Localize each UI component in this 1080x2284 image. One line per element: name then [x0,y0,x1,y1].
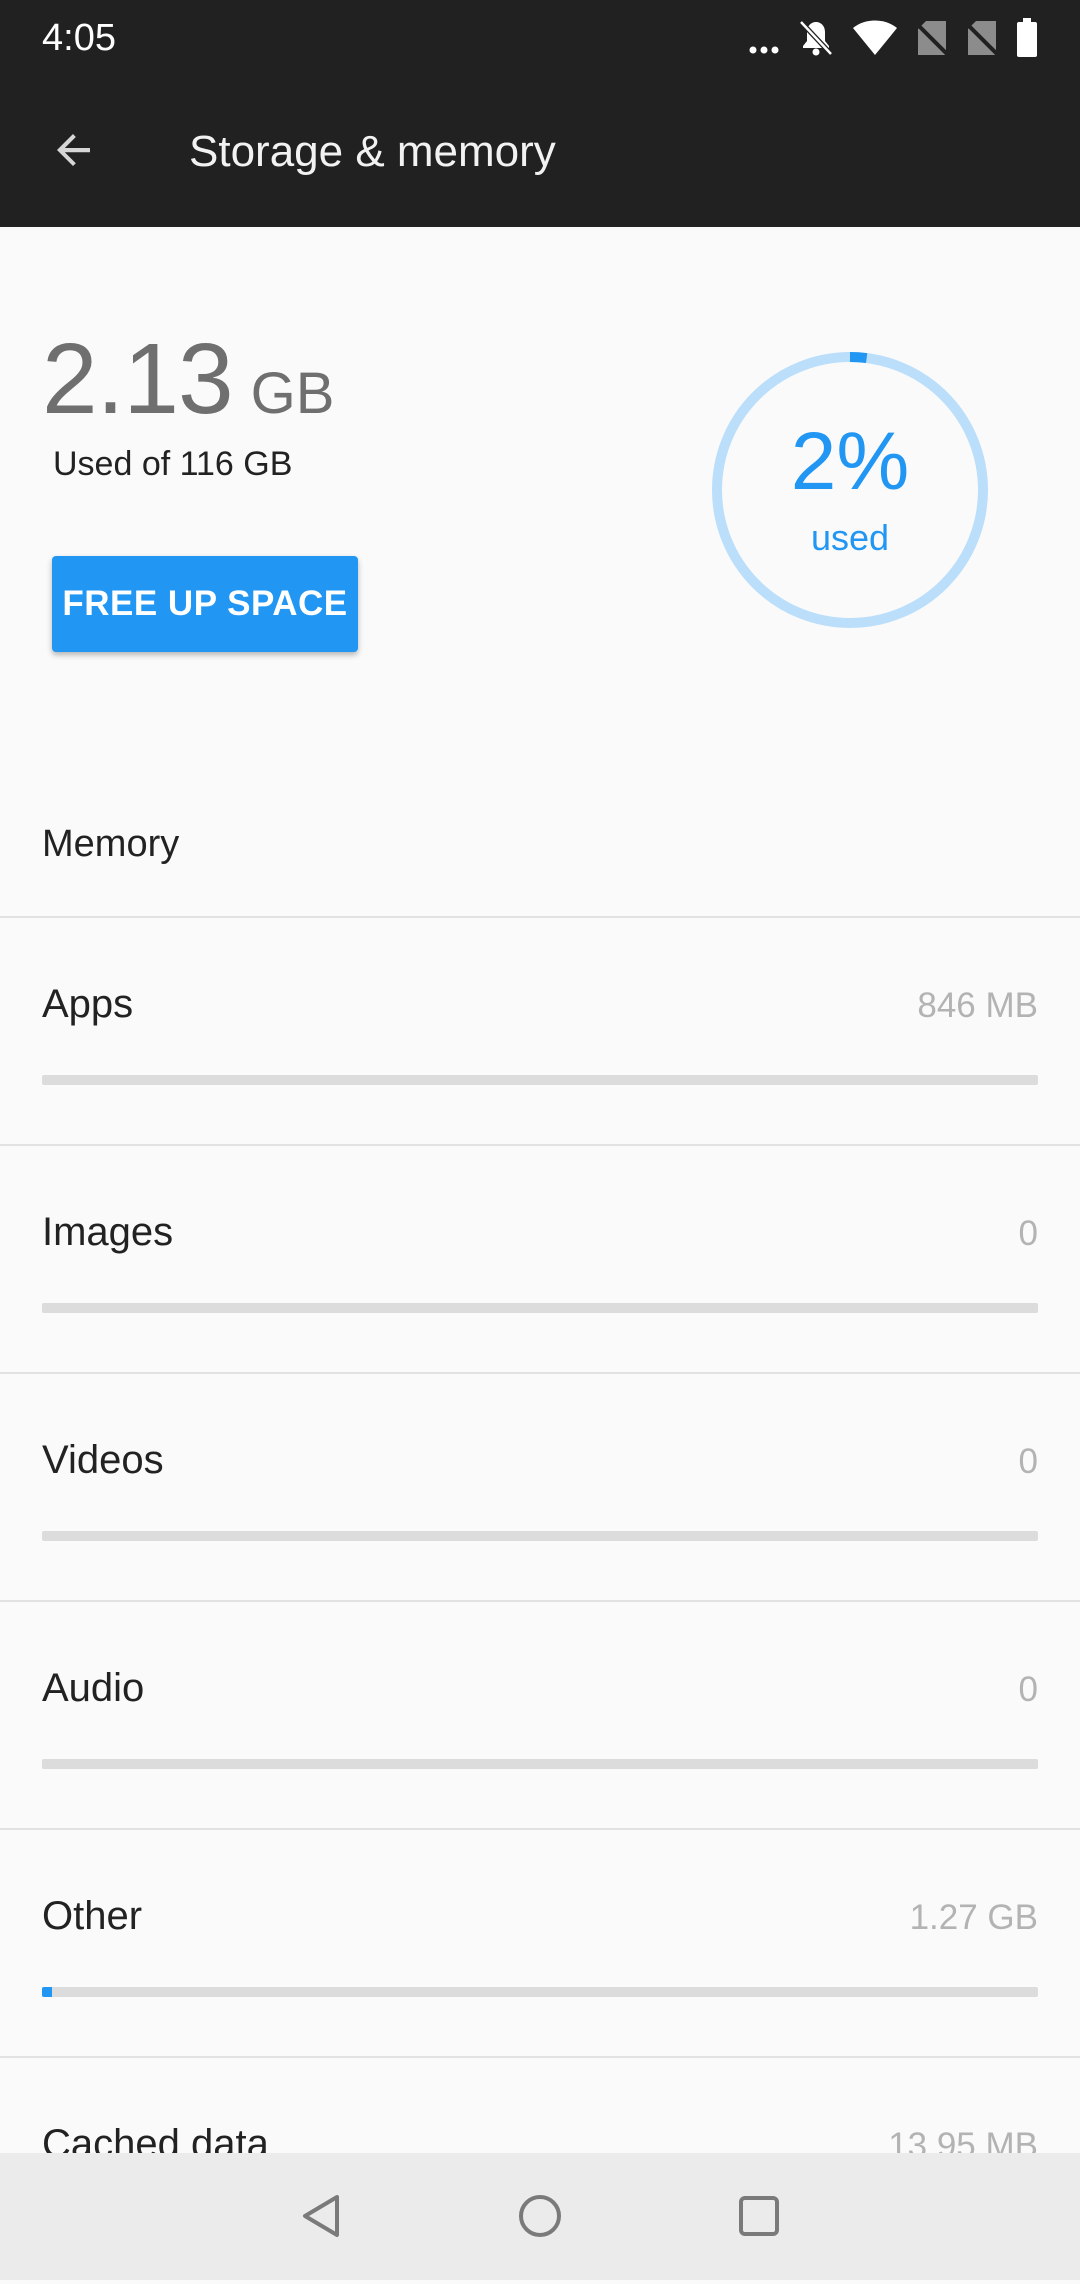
usage-bar [42,1759,1038,1769]
memory-row-apps[interactable]: Apps 846 MB [0,918,1080,1144]
back-triangle-icon [299,2193,345,2244]
used-of-total: Used of 116 GB [53,445,293,483]
used-amount: 2.13 GB [42,322,334,437]
home-circle-icon [517,2193,563,2244]
free-up-space-button[interactable]: FREE UP SPACE [52,556,358,652]
memory-row-videos[interactable]: Videos 0 [0,1374,1080,1600]
row-value: 0 [1018,1442,1038,1481]
row-label: Audio [42,1666,145,1710]
storage-summary: 2.13 GB Used of 116 GB FREE UP SPACE 2% u… [0,227,1080,787]
status-time: 4:05 [42,17,116,59]
no-sim-icon [966,19,998,57]
row-label: Other [42,1894,143,1938]
row-value: 0 [1018,1670,1038,1709]
back-button[interactable] [38,116,110,188]
usage-label: used [810,517,890,558]
page-title: Storage & memory [189,127,556,176]
memory-section-header: Memory [42,823,180,865]
row-label: Images [42,1210,174,1254]
usage-ring: 2% used [707,347,993,633]
memory-row-images[interactable]: Images 0 [0,1146,1080,1372]
usage-bar [42,1531,1038,1541]
used-unit: GB [250,361,335,426]
notifications-off-icon [798,18,834,58]
usage-bar-fill [42,1987,52,1997]
nav-recents-button[interactable] [724,2183,794,2253]
used-value: 2.13 [42,323,234,435]
memory-row-audio[interactable]: Audio 0 [0,1602,1080,1828]
no-sim-icon [916,19,948,57]
wifi-icon [852,19,898,57]
row-value: 846 MB [917,986,1038,1025]
row-label: Apps [42,982,134,1026]
row-value: 0 [1018,1214,1038,1253]
usage-bar [42,1987,1038,1997]
nav-back-button[interactable] [287,2183,357,2253]
status-icons [748,18,1038,58]
arrow-back-icon [50,126,98,179]
usage-bar [42,1303,1038,1313]
navigation-bar [0,2153,1080,2280]
row-label: Videos [42,1438,164,1482]
usage-bar [42,1075,1038,1085]
more-dots-icon [748,18,780,58]
memory-row-other[interactable]: Other 1.27 GB [0,1830,1080,2056]
recents-square-icon [736,2193,782,2244]
usage-percent: 2% [790,416,910,507]
battery-icon [1016,18,1038,58]
nav-home-button[interactable] [505,2183,575,2253]
app-bar: Storage & memory [0,80,1080,227]
status-bar: 4:05 [0,0,1080,80]
row-value: 1.27 GB [909,1898,1038,1937]
